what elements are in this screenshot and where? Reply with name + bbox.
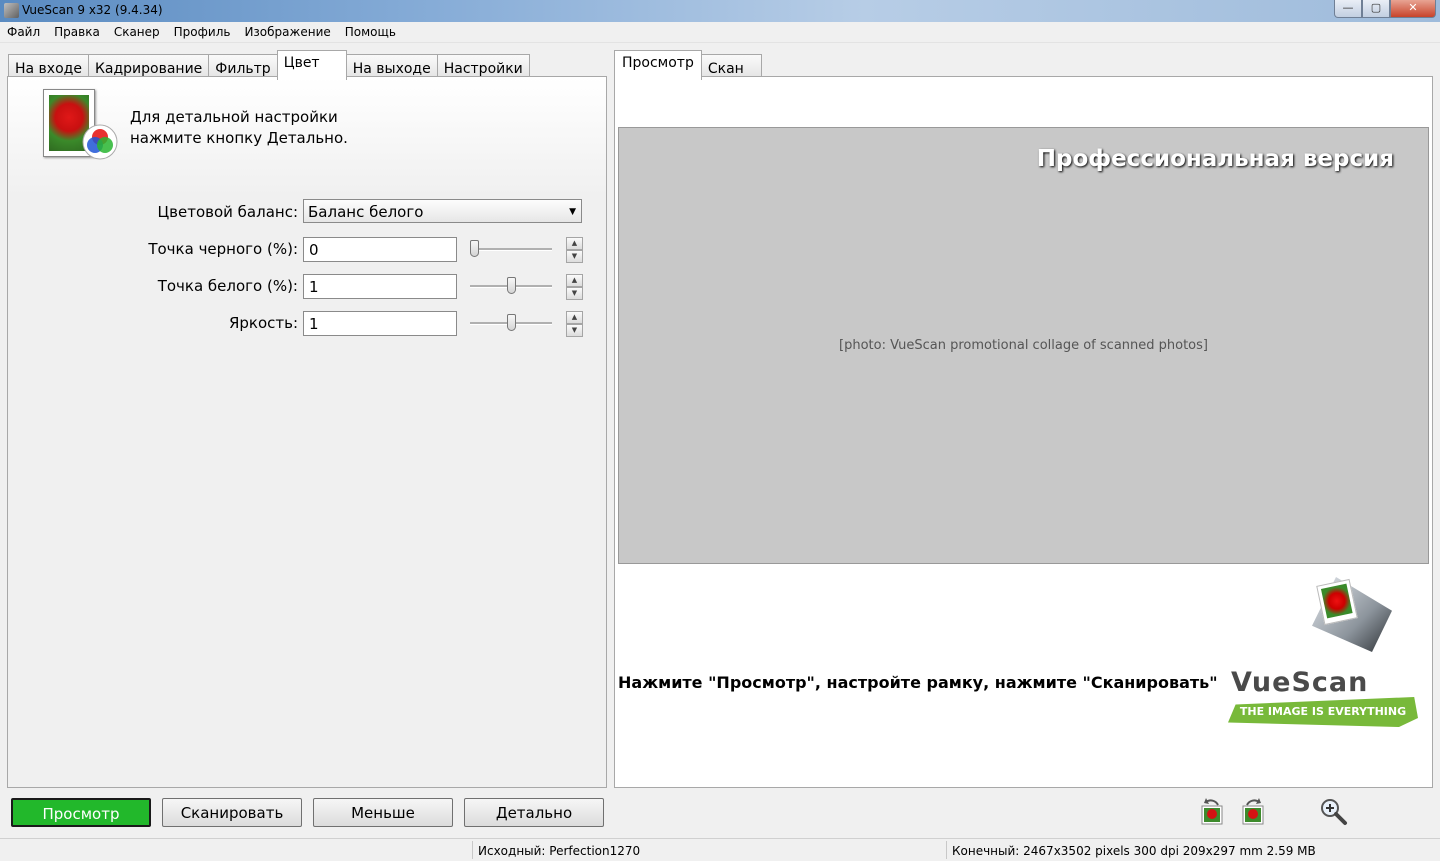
slider-thumb[interactable] [506,314,516,331]
white-point-slider[interactable] [470,276,552,296]
status-source: Исходный: Perfection1270 [478,844,641,858]
info-line-2: нажмите кнопку Детально. [130,129,348,147]
minimize-button[interactable]: — [1334,0,1362,18]
close-button[interactable]: ✕ [1390,0,1436,18]
rotate-left-icon[interactable] [1198,796,1228,828]
logo-name: VueScan [1231,667,1369,698]
more-button[interactable]: Детально [464,798,604,827]
menu-scanner[interactable]: Сканер [107,22,167,42]
status-bar: Исходный: Perfection1270 Конечный: 2467x… [0,838,1440,861]
scan-button[interactable]: Сканировать [162,798,302,827]
menu-help[interactable]: Помощь [338,22,403,42]
preview-collage-image: [photo: VueScan promotional collage of s… [618,127,1429,564]
app-icon [4,3,19,18]
white-point-label: Точка белого (%): [157,277,298,295]
pro-version-label: Профессиональная версия [1036,146,1394,172]
color-balance-select[interactable]: Баланс белого ▼ [303,199,582,223]
preview-hint: Нажмите "Просмотр", настройте рамку, наж… [618,673,1218,692]
tab-color[interactable]: Цвет [276,50,347,80]
logo-tagline: THE IMAGE IS EVERYTHING [1228,697,1418,727]
black-point-spinner[interactable]: ▲ ▼ [566,237,583,263]
status-output: Конечный: 2467x3502 pixels 300 dpi 209x2… [952,844,1316,858]
color-balance-label: Цветовой баланс: [157,203,299,221]
rotate-right-icon[interactable] [1239,796,1269,828]
slider-thumb[interactable] [506,277,516,294]
preview-button[interactable]: Просмотр [11,798,151,827]
white-point-spinner[interactable]: ▲ ▼ [566,274,583,300]
dropdown-arrow-icon: ▼ [569,207,576,217]
info-line-1: Для детальной настройки [130,108,338,126]
black-point-input[interactable]: 0 [303,237,457,262]
preview-panel: [photo: VueScan promotional collage of s… [614,76,1433,788]
zoom-in-icon[interactable] [1318,796,1348,828]
close-icon: ✕ [1408,1,1418,14]
menu-profile[interactable]: Профиль [167,22,238,42]
brightness-input[interactable]: 1 [303,311,457,336]
tab-preview[interactable]: Просмотр [614,50,702,80]
menu-file[interactable]: Файл [0,22,47,42]
info-text: Для детальной настройки нажмите кнопку Д… [130,107,348,149]
maximize-button[interactable]: ▢ [1362,0,1390,18]
color-settings-panel: Для детальной настройки нажмите кнопку Д… [7,76,607,788]
minimize-icon: — [1342,1,1354,14]
black-point-slider[interactable] [469,239,552,259]
brightness-spinner[interactable]: ▲ ▼ [566,311,583,337]
color-info-icon [43,89,118,160]
menu-edit[interactable]: Правка [47,22,107,42]
preview-collage-placeholder: [photo: VueScan promotional collage of s… [618,127,1429,564]
black-point-label: Точка черного (%): [148,240,298,258]
title-bar: VueScan 9 x32 (9.4.34) — ▢ ✕ [0,0,1440,22]
menu-bar: Файл Правка Сканер Профиль Изображение П… [0,22,1440,43]
vuescan-logo: VueScan THE IMAGE IS EVERYTHING [1222,572,1418,742]
maximize-icon: ▢ [1370,1,1382,14]
brightness-label: Яркость: [228,314,298,332]
brightness-slider[interactable] [470,313,552,333]
color-balance-value: Баланс белого [308,203,424,221]
window-title: VueScan 9 x32 (9.4.34) [22,3,163,17]
slider-thumb[interactable] [469,240,479,257]
white-point-input[interactable]: 1 [303,274,457,299]
less-button[interactable]: Меньше [313,798,453,827]
menu-image[interactable]: Изображение [237,22,337,42]
